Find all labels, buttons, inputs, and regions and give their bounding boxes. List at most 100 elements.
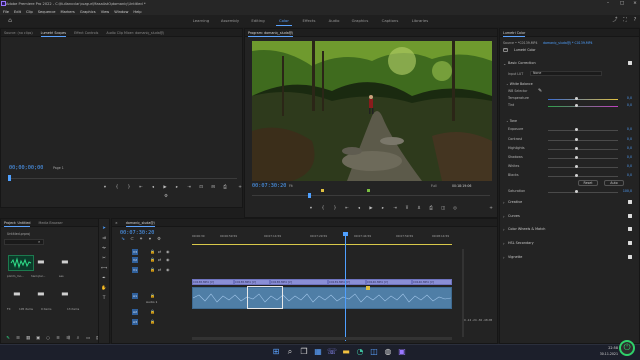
source-timecode[interactable]: 00;00;00;00 <box>9 165 43 171</box>
section-checkbox[interactable] <box>628 200 632 204</box>
add-marker-icon[interactable]: ▾ <box>308 206 314 212</box>
section-curves[interactable]: › Curves <box>500 214 635 221</box>
section-checkbox[interactable] <box>628 227 632 231</box>
add-marker-icon[interactable]: ▾ <box>102 185 108 191</box>
add-marker-icon[interactable]: ▾ <box>147 237 153 243</box>
tint-slider-knob[interactable] <box>575 104 578 107</box>
contrast-slider-track[interactable] <box>548 140 618 141</box>
close-button[interactable]: × <box>630 0 640 8</box>
temperature-value[interactable]: 0,0 <box>627 96 632 100</box>
tab-source[interactable]: Source: (no clips) <box>4 31 33 35</box>
icon-view-icon[interactable]: ▦ <box>25 336 31 342</box>
folder-icon[interactable]: ▬ <box>61 289 69 298</box>
linked-selection-icon[interactable]: ⚭ <box>138 237 144 243</box>
source-add-button-icon[interactable]: + <box>237 185 243 191</box>
folder-icon[interactable]: ▬ <box>37 257 45 266</box>
nest-icon[interactable]: ⇘ <box>120 237 126 243</box>
minimize-button[interactable]: – <box>603 0 613 8</box>
go-to-in-icon[interactable]: ⇤ <box>138 185 144 191</box>
sort-icon[interactable]: ≡ <box>55 336 61 342</box>
video-clip[interactable]: C0140.MP4 [V] <box>366 279 412 285</box>
menu-markers[interactable]: Markers <box>61 10 75 14</box>
tab-lumetri-scopes[interactable]: Lumetri Scopes <box>40 31 67 37</box>
mark-in-icon[interactable]: { <box>320 206 326 212</box>
mark-out-icon[interactable]: } <box>126 185 132 191</box>
timeline-ruler[interactable]: 00:06:30 00:06:59:59 00:07:14:59 00:07:2… <box>192 229 452 239</box>
tab-effect-controls[interactable]: Effect Controls <box>74 31 98 35</box>
edge-icon[interactable]: ◔ <box>355 347 365 357</box>
list-view-icon[interactable]: ☰ <box>15 336 21 342</box>
lumetri-target-clip[interactable]: domaniç_sluda@j * C0139.MP4 <box>543 41 593 45</box>
video-clip[interactable]: C0138.MP4 [V] <box>192 279 234 285</box>
folder-icon[interactable]: ▬ <box>61 257 69 266</box>
tab-audio-clip-mixer[interactable]: Audio Clip Mixer: domaniç_sluda@j <box>106 31 164 35</box>
video-clip[interactable]: C0138.MP4 [V] <box>234 279 270 285</box>
eye-icon[interactable]: ◉ <box>166 267 170 272</box>
timeline-playhead[interactable] <box>345 233 346 341</box>
contrast-value[interactable]: 0,0 <box>627 137 632 141</box>
steam-icon[interactable]: ◍ <box>383 347 393 357</box>
tab-program[interactable]: Program: domaniç_sluda@j <box>248 31 293 37</box>
zoom-slider-icon[interactable]: ○ <box>45 336 51 342</box>
windows-start-icon[interactable]: ⊞ <box>271 347 281 357</box>
fx-badge-icon[interactable]: fx <box>503 48 508 52</box>
play-icon[interactable]: ▶ <box>162 185 168 191</box>
insert-icon[interactable]: ⊡ <box>198 185 204 191</box>
sync-icon[interactable]: ⇄ <box>158 249 161 254</box>
blacks-slider-track[interactable] <box>548 176 618 177</box>
type-tool-icon[interactable]: T <box>101 296 107 302</box>
workspace-tab-color[interactable]: Color <box>276 17 292 26</box>
pen-tool-icon[interactable]: ✒ <box>101 276 107 282</box>
whites-slider-knob[interactable] <box>575 165 578 168</box>
sync-icon[interactable]: ⇄ <box>158 267 161 272</box>
chat-icon[interactable]: ☏ <box>327 347 337 357</box>
video-clip[interactable]: C0140.MP4 [V] <box>412 279 452 285</box>
menu-view[interactable]: View <box>101 10 110 14</box>
workspace-tab-captions[interactable]: Captions <box>380 17 400 25</box>
track-target-v1[interactable]: V1 <box>132 267 138 273</box>
tab-project[interactable]: Project: Untitled <box>4 221 31 227</box>
reset-button[interactable]: Reset <box>578 180 598 186</box>
workspace-tab-libraries[interactable]: Libraries <box>410 17 430 25</box>
program-add-button-icon[interactable]: + <box>488 206 494 212</box>
vertical-scrollbar[interactable] <box>462 249 464 337</box>
find-icon[interactable]: ⌕ <box>75 336 81 342</box>
clock-time[interactable]: 22:58 <box>598 346 618 350</box>
whites-slider-track[interactable] <box>548 167 618 168</box>
help-icon[interactable]: ? <box>631 16 639 24</box>
blacks-value[interactable]: 0,0 <box>627 173 632 177</box>
tab-sequence[interactable]: domaniç_sluda@j <box>125 221 155 227</box>
store-icon[interactable]: ◫ <box>369 347 379 357</box>
folder-icon[interactable]: ▬ <box>37 289 45 298</box>
workspace-tab-learning[interactable]: Learning <box>190 17 212 25</box>
maximize-frame-icon[interactable]: ⛶ <box>621 16 629 24</box>
snap-icon[interactable]: ⊂ <box>129 237 135 243</box>
overwrite-icon[interactable]: ⊟ <box>210 185 216 191</box>
maximize-button[interactable]: □ <box>617 0 627 8</box>
export-frame-icon[interactable]: ⎙ <box>222 185 228 191</box>
mark-in-icon[interactable]: { <box>114 185 120 191</box>
eye-icon[interactable]: ◉ <box>166 257 170 262</box>
razor-tool-icon[interactable]: ✂ <box>101 256 107 262</box>
section-creative[interactable]: › Creative <box>500 200 635 207</box>
exposure-slider-knob[interactable] <box>575 128 578 131</box>
shadows-slider-knob[interactable] <box>575 156 578 159</box>
export-frame-icon[interactable]: ⎙ <box>428 206 434 212</box>
input-lut-dropdown[interactable]: None <box>530 71 602 76</box>
section-checkbox[interactable] <box>628 241 632 245</box>
ripple-edit-tool-icon[interactable]: ⟛ <box>101 246 107 252</box>
fit-dropdown[interactable]: Fit <box>289 184 293 188</box>
step-forward-icon[interactable]: ▸ <box>174 185 180 191</box>
program-timecode[interactable]: 00:07:30:20 <box>252 183 286 189</box>
exposure-slider-track[interactable] <box>548 130 618 131</box>
widgets-icon[interactable]: ▦ <box>313 347 323 357</box>
highlights-slider-knob[interactable] <box>575 147 578 150</box>
track-target-a1[interactable]: A1 <box>132 293 138 299</box>
whites-value[interactable]: 0,0 <box>627 164 632 168</box>
menu-edit[interactable]: Edit <box>14 10 21 14</box>
workspace-tab-effects[interactable]: Effects <box>300 17 318 25</box>
tint-slider-track[interactable] <box>548 106 618 107</box>
hand-tool-icon[interactable]: ✋ <box>101 286 107 292</box>
extract-icon[interactable]: ⊻ <box>416 206 422 212</box>
selection-tool-icon[interactable]: ➤ <box>101 226 107 232</box>
